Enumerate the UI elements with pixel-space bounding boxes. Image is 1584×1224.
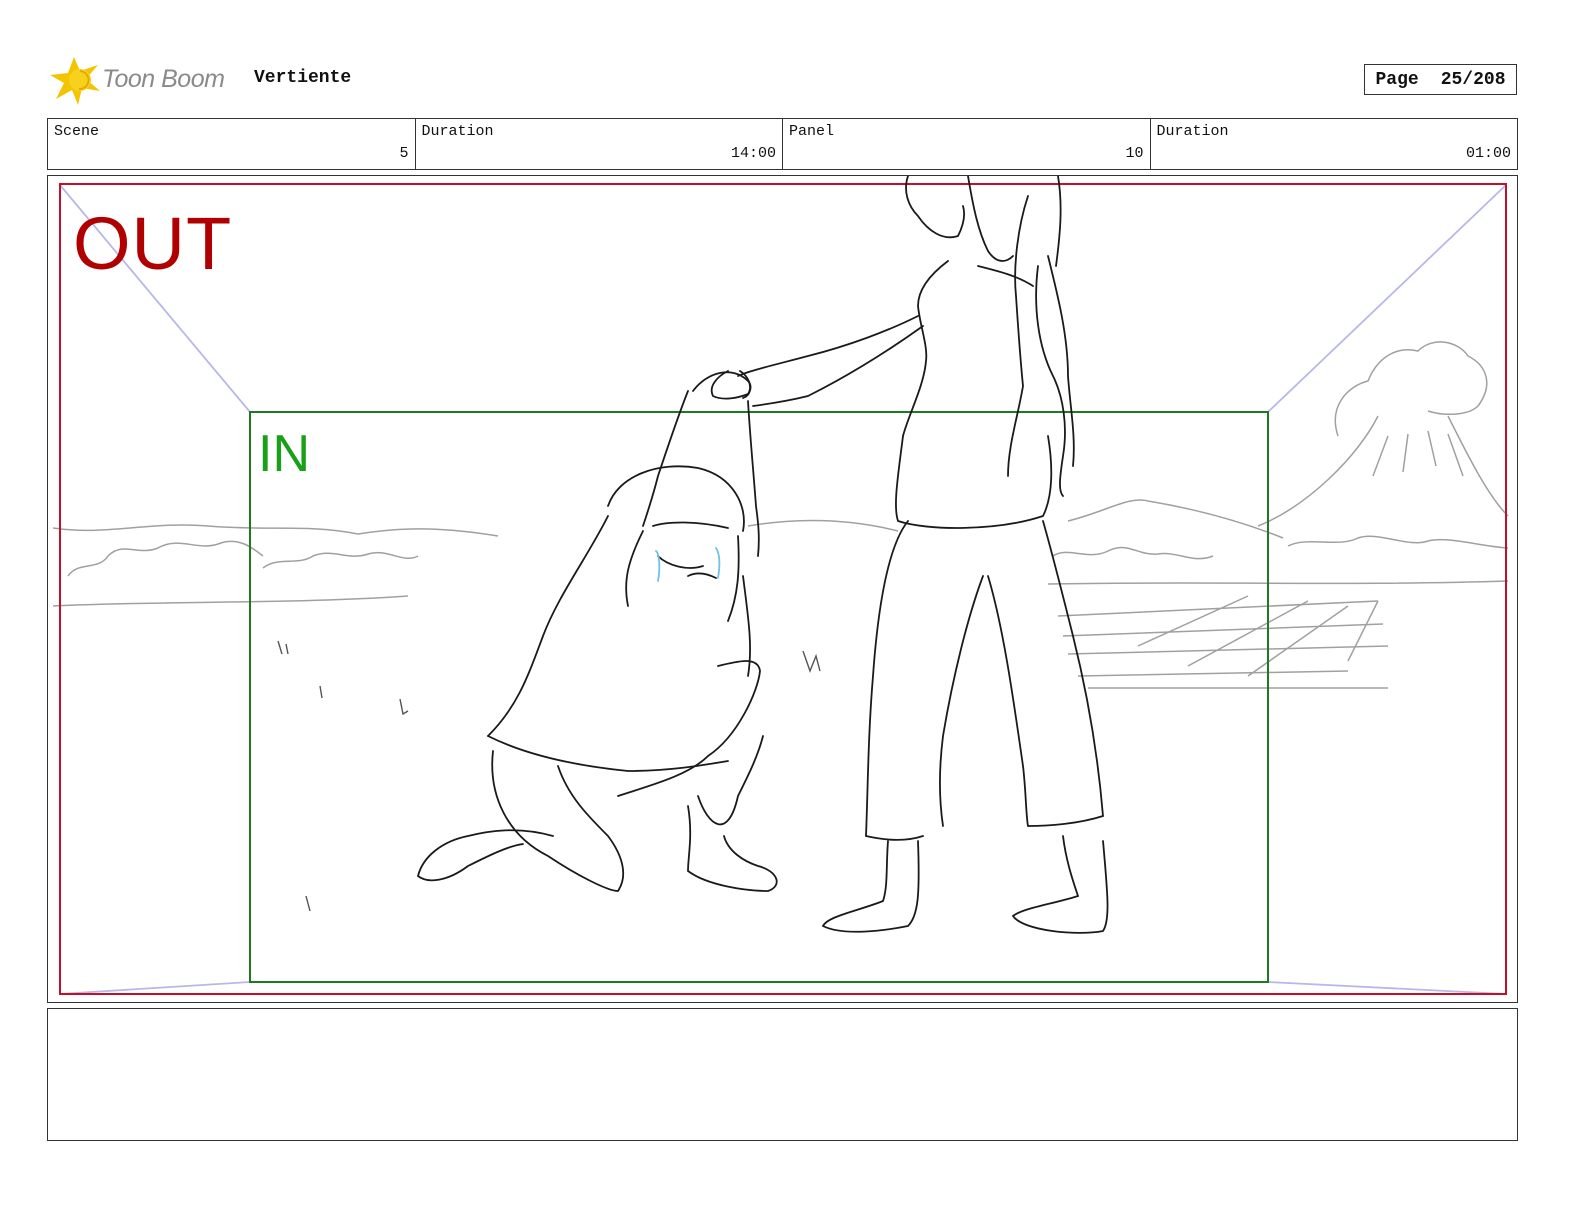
scene-value: 5 (399, 145, 409, 162)
panel-drawing (52, 176, 1509, 995)
kneeling-character-sketch (416, 371, 778, 892)
scene-duration-value: 14:00 (730, 145, 776, 162)
panel-duration-value: 01:00 (1465, 145, 1511, 162)
in-frame-label: IN (258, 425, 310, 483)
out-frame-label: OUT (73, 202, 233, 285)
panel-notes[interactable] (47, 1008, 1518, 1141)
toon-boom-logo: Toon Boom (50, 55, 240, 107)
panel-duration-label: Duration (1156, 123, 1229, 140)
out-frame (59, 183, 1507, 995)
page-indicator: Page 25/208 (1364, 64, 1517, 95)
scene-duration-label: Duration (421, 123, 494, 140)
scene-cell: Scene 5 (48, 119, 416, 169)
project-title: Vertiente (254, 68, 352, 88)
scene-label: Scene (54, 123, 100, 140)
logo-text: Toon Boom (102, 65, 225, 93)
grass-tufts (277, 640, 821, 912)
scene-duration-cell: Duration 14:00 (416, 119, 783, 169)
panel-cell: Panel 10 (783, 119, 1151, 169)
standing-character-sketch (710, 176, 1109, 934)
page-label: Page (1375, 69, 1419, 90)
camera-move-guides (59, 184, 1507, 995)
panel-label: Panel (789, 123, 835, 140)
page-number: 25/208 (1440, 69, 1506, 90)
background-landscape (52, 341, 1509, 689)
toon-boom-star-icon (50, 57, 100, 105)
in-frame (249, 411, 1269, 983)
info-row: Scene 5 Duration 14:00 Panel 10 Duration… (47, 118, 1518, 170)
panel-duration-cell: Duration 01:00 (1151, 119, 1518, 169)
panel-value: 10 (1125, 145, 1144, 162)
storyboard-panel: OUT IN (47, 175, 1518, 1003)
